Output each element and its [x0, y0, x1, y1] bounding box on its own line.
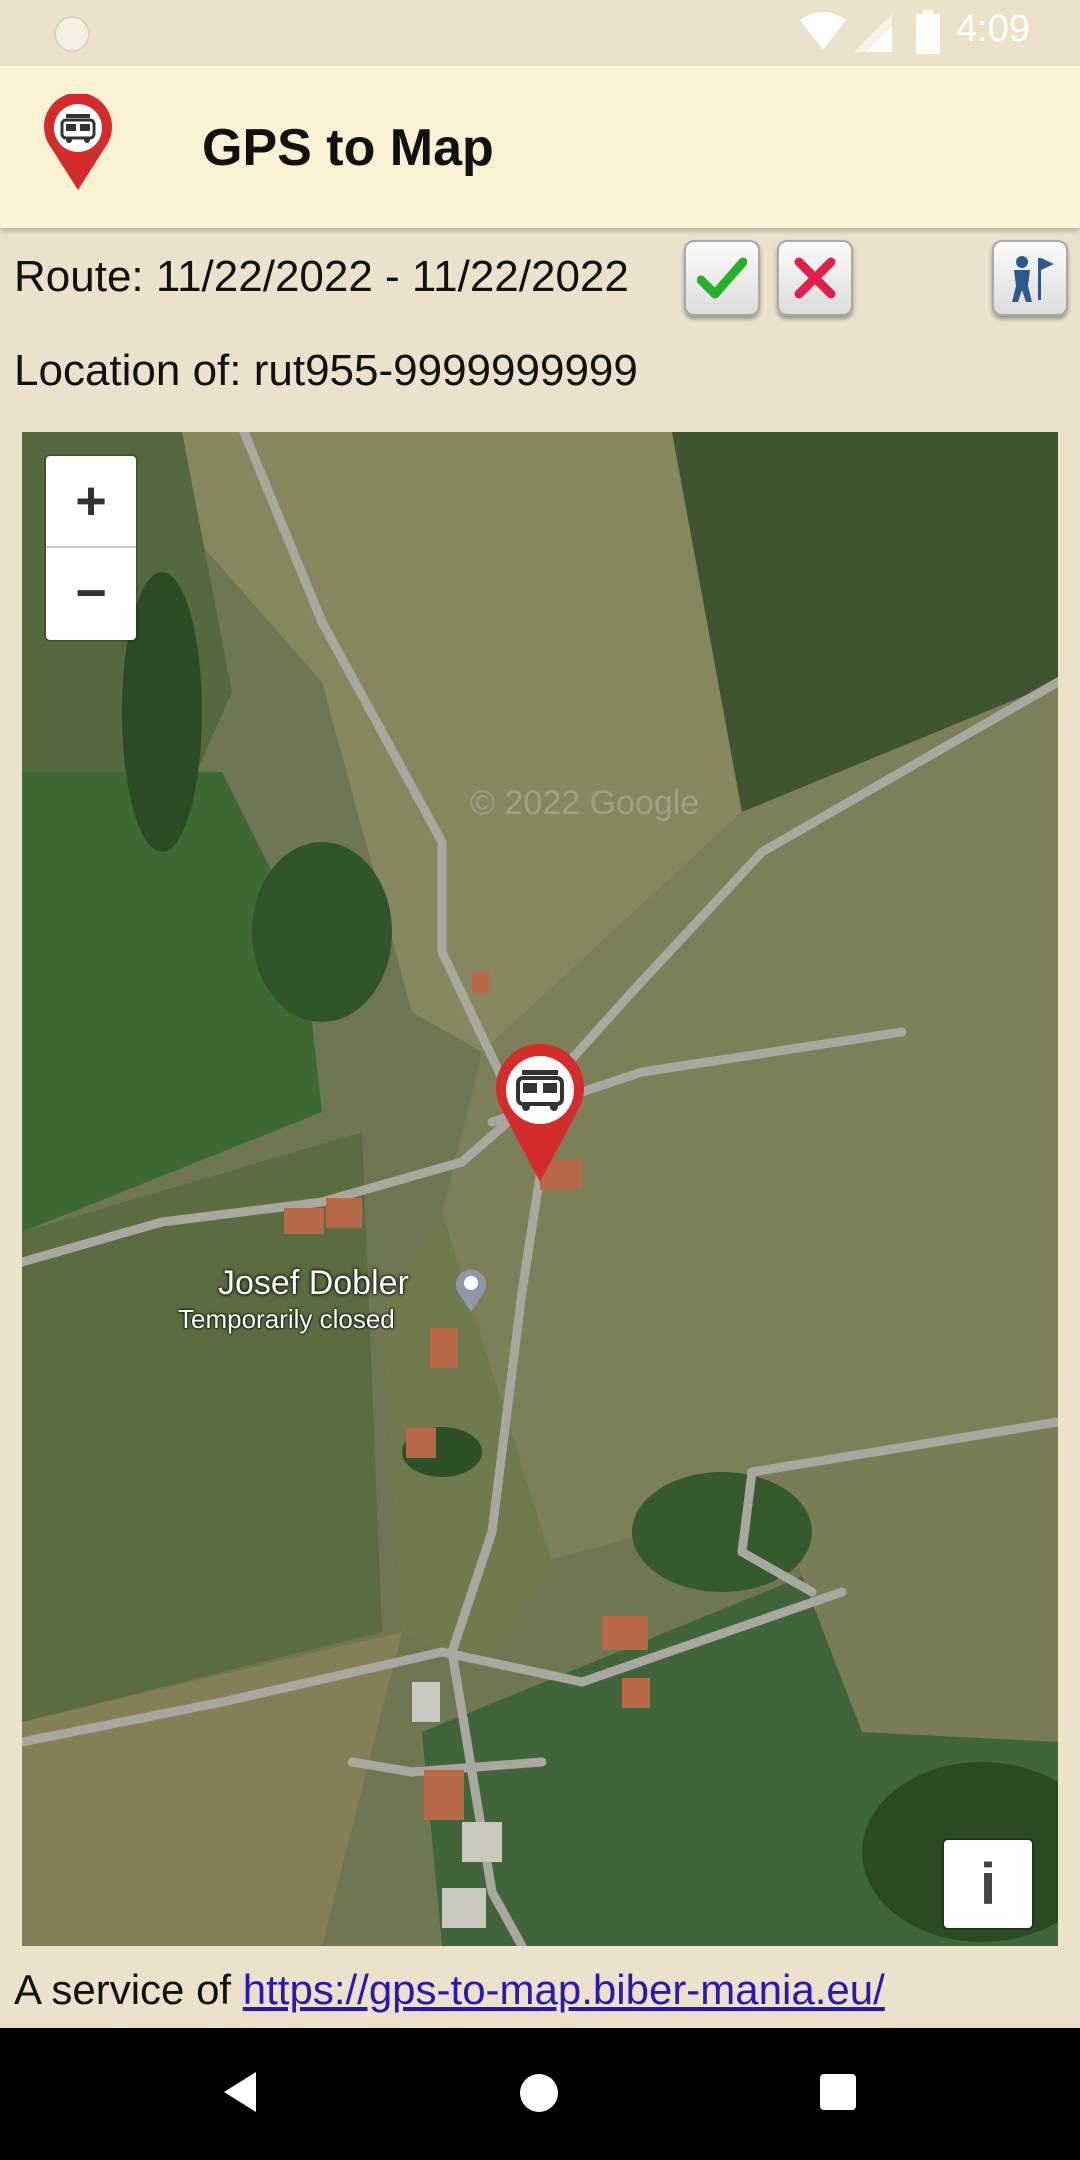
app-bar: GPS to Map	[0, 66, 1080, 228]
zoom-in-button[interactable]: +	[46, 456, 136, 548]
service-link[interactable]: https://gps-to-map.biber-mania.eu/	[243, 1966, 885, 2013]
route-row: Route: 11/22/2022 - 11/22/2022	[14, 252, 629, 302]
footer: A service of https://gps-to-map.biber-ma…	[14, 1966, 885, 2014]
route-view-button[interactable]	[992, 240, 1068, 316]
recent-apps-icon[interactable]	[820, 2074, 856, 2110]
app-title: GPS to Map	[202, 119, 494, 177]
device-id: rut955-9999999999	[253, 346, 638, 395]
checkmark-icon	[697, 257, 747, 299]
wifi-icon	[800, 12, 846, 50]
zoom-control: + −	[46, 456, 136, 640]
map-watermark: © 2022 Google	[470, 784, 700, 822]
home-icon[interactable]	[520, 2074, 558, 2112]
route-date-range: 11/22/2022 - 11/22/2022	[155, 252, 629, 301]
poi-status: Temporarily closed	[178, 1304, 395, 1334]
system-nav-bar	[0, 2028, 1080, 2160]
satellite-imagery	[22, 432, 1058, 1946]
map-view[interactable]: © 2022 Google + − Josef Dobler Temporari…	[22, 432, 1058, 1946]
close-x-icon	[794, 257, 836, 299]
zoom-out-button[interactable]: −	[46, 548, 136, 638]
location-label: Location of:	[14, 346, 242, 395]
van-map-pin-icon	[44, 94, 112, 190]
poi-name[interactable]: Josef Dobler	[218, 1264, 409, 1303]
cell-signal-icon	[854, 14, 892, 52]
battery-icon	[916, 10, 940, 54]
footer-prefix: A service of	[14, 1966, 243, 2013]
location-row: Location of: rut955-9999999999	[14, 346, 638, 396]
confirm-button[interactable]	[684, 240, 760, 316]
hiker-flag-icon	[1012, 256, 1054, 302]
place-pin-icon[interactable]	[454, 1266, 488, 1314]
notification-dot-icon	[54, 16, 90, 52]
back-icon[interactable]	[220, 2070, 260, 2114]
map-info-button[interactable]: i	[944, 1840, 1032, 1928]
cancel-button[interactable]	[777, 240, 853, 316]
status-time: 4:09	[956, 8, 1030, 50]
van-map-pin-icon[interactable]	[492, 1044, 588, 1184]
status-bar: 4:09	[0, 0, 1080, 66]
route-label: Route:	[14, 252, 144, 301]
